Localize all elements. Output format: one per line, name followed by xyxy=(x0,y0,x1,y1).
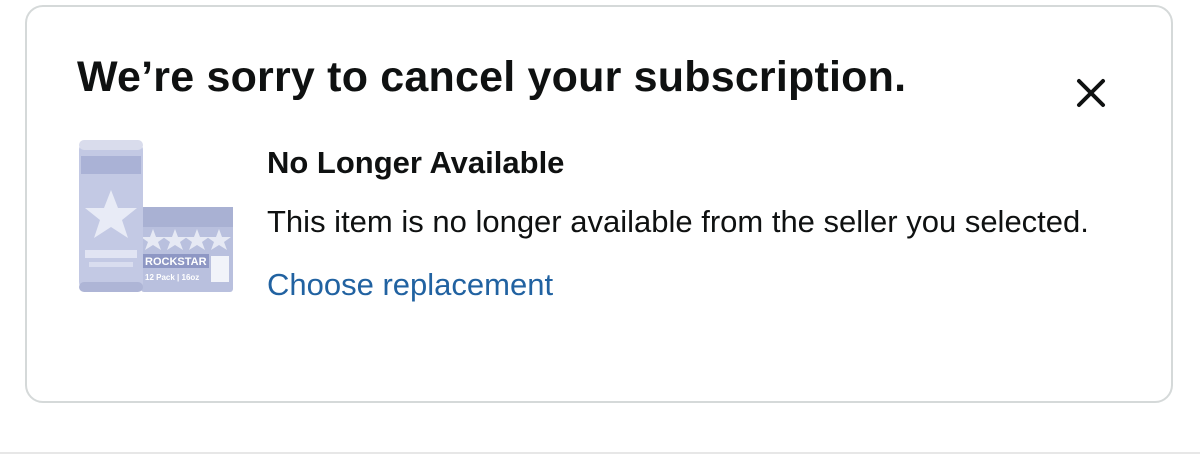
close-button[interactable] xyxy=(1067,69,1115,117)
close-icon xyxy=(1077,79,1105,107)
status-title: No Longer Available xyxy=(267,145,565,180)
pack-brand-text: ROCKSTAR xyxy=(145,256,207,268)
product-image: ROCKSTAR 12 Pack | 16oz xyxy=(77,132,237,302)
status-message: This item is no longer available from th… xyxy=(267,204,1089,239)
item-info: No Longer Available This item is no long… xyxy=(267,143,1127,305)
page-title: We’re sorry to cancel your subscription. xyxy=(77,53,907,101)
choose-replacement-link[interactable]: Choose replacement xyxy=(267,265,553,305)
divider xyxy=(0,452,1200,454)
subscription-cancel-card: We’re sorry to cancel your subscription.… xyxy=(25,5,1173,403)
pack-size-text: 12 Pack | 16oz xyxy=(145,273,199,282)
energy-drink-image: ROCKSTAR 12 Pack | 16oz xyxy=(79,140,233,292)
